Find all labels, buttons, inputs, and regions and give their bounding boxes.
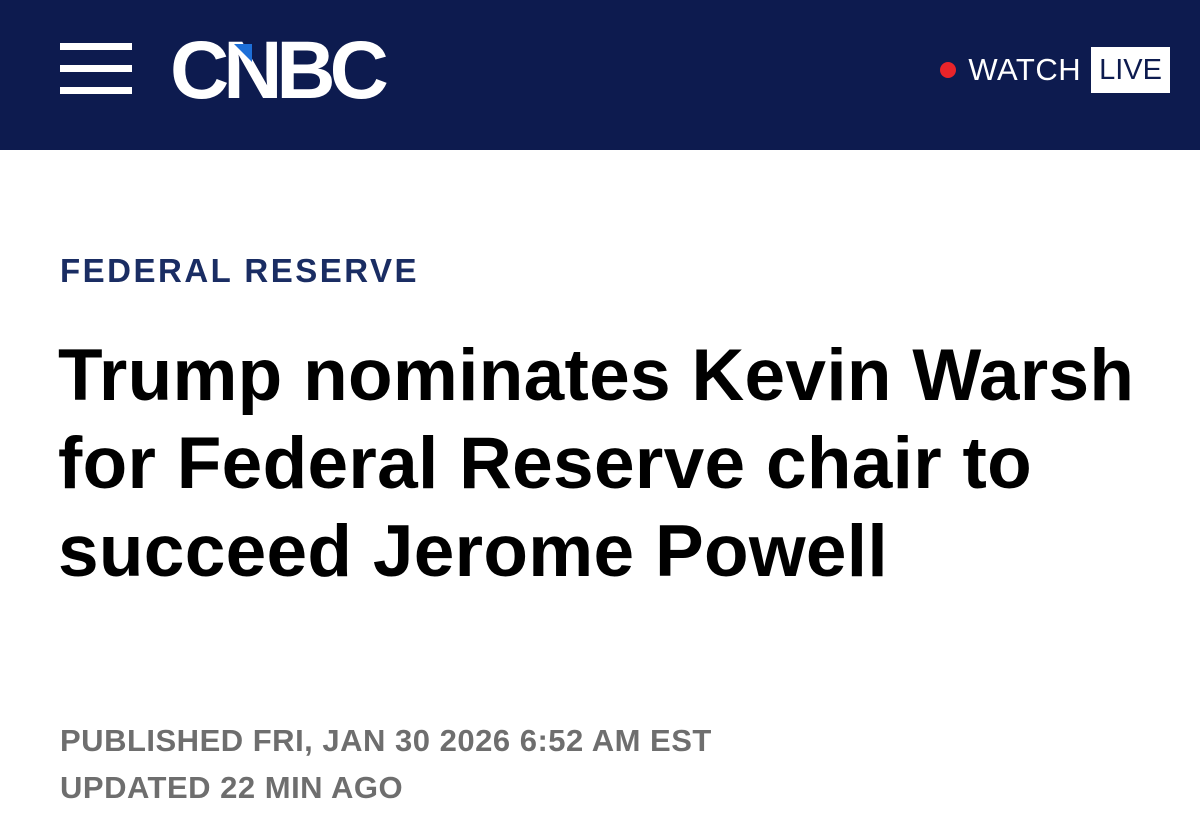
live-badge: LIVE bbox=[1091, 47, 1170, 93]
site-header: CNBC WATCH LIVE bbox=[0, 0, 1200, 150]
published-timestamp: PUBLISHED FRI, JAN 30 2026 6:52 AM EST bbox=[60, 723, 712, 758]
watch-live-button[interactable]: WATCH LIVE bbox=[940, 47, 1170, 93]
article-headline: Trump nominates Kevin Warsh for Federal … bbox=[58, 335, 1135, 592]
updated-timestamp: UPDATED 22 MIN AGO bbox=[60, 770, 404, 805]
live-dot-icon bbox=[940, 62, 957, 78]
cnbc-logo[interactable]: CNBC bbox=[170, 30, 400, 110]
svg-text:CNBC: CNBC bbox=[170, 30, 387, 110]
section-kicker-link[interactable]: FEDERAL RESERVE bbox=[60, 252, 419, 290]
watch-label: WATCH bbox=[968, 52, 1082, 87]
hamburger-menu-icon[interactable] bbox=[60, 43, 132, 95]
